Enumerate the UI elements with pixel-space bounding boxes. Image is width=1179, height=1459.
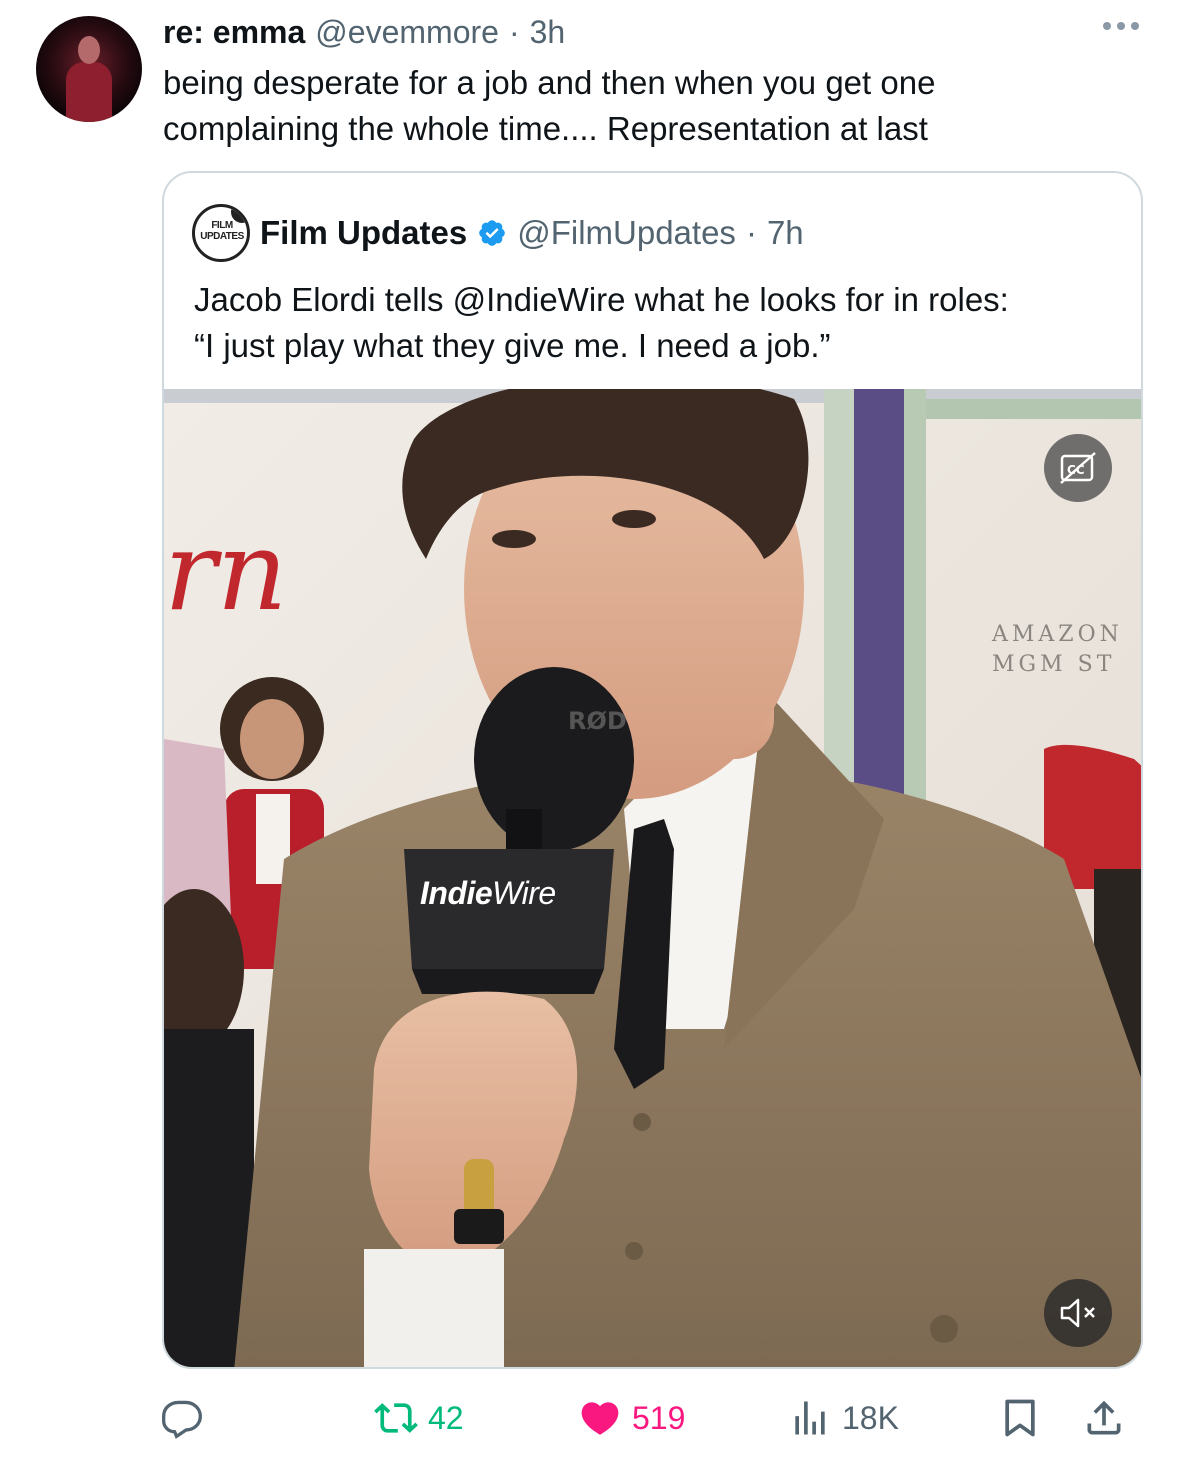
avatar-logo-text: FILM UPDATES bbox=[200, 220, 244, 242]
reply-button[interactable] bbox=[160, 1390, 204, 1446]
mic-flag-brand-bold: Indie bbox=[420, 875, 493, 911]
retweet-count: 42 bbox=[428, 1399, 464, 1436]
captions-toggle-button[interactable]: CC bbox=[1044, 434, 1112, 502]
more-dot bbox=[1117, 22, 1125, 30]
retweet-icon bbox=[374, 1396, 418, 1440]
right-eye bbox=[612, 510, 656, 528]
shirt-cuff bbox=[364, 1249, 504, 1367]
jacket-button bbox=[930, 1315, 958, 1343]
tweet-timestamp[interactable]: 3h bbox=[530, 14, 566, 51]
more-dot bbox=[1131, 22, 1139, 30]
quoted-author-name[interactable]: Film Updates bbox=[260, 214, 467, 252]
quoted-author-avatar[interactable]: FILM UPDATES bbox=[192, 204, 250, 262]
quoted-header-separator: · bbox=[745, 214, 757, 251]
retweet-button[interactable]: 42 bbox=[374, 1390, 464, 1446]
ring-stone bbox=[454, 1209, 504, 1244]
heart-icon bbox=[578, 1396, 622, 1440]
like-button[interactable]: 519 bbox=[578, 1390, 685, 1446]
views-chart-icon bbox=[788, 1396, 832, 1440]
more-dot bbox=[1103, 22, 1111, 30]
avatar-figure-head bbox=[78, 36, 100, 64]
mic-flag-brand-light: Wire bbox=[492, 875, 556, 911]
unmute-button[interactable] bbox=[1044, 1279, 1112, 1347]
author-handle[interactable]: @evemmore bbox=[315, 14, 499, 51]
like-count: 519 bbox=[632, 1399, 686, 1436]
reply-icon bbox=[160, 1396, 204, 1440]
share-button[interactable] bbox=[1082, 1390, 1126, 1446]
tweet-text: being desperate for a job and then when … bbox=[163, 64, 936, 147]
tweet-header: re: emma @evemmore · 3h bbox=[163, 12, 565, 52]
tweet-action-bar: 42 519 18K bbox=[160, 1390, 1150, 1446]
vest-button bbox=[633, 1113, 651, 1131]
video-frame: rn AMAZON MGM ST RØD bbox=[164, 389, 1141, 1367]
bookmark-button[interactable] bbox=[998, 1390, 1042, 1446]
mic-flag-brand: IndieWire bbox=[420, 875, 556, 912]
backdrop-letters: rn bbox=[164, 507, 287, 635]
quoted-tweet-header: FILM UPDATES Film Updates @FilmUpdates ·… bbox=[192, 204, 804, 262]
poster-face bbox=[240, 699, 304, 779]
header-separator: · bbox=[508, 13, 520, 50]
author-avatar[interactable] bbox=[36, 16, 142, 122]
video-player[interactable]: rn AMAZON MGM ST RØD IndieWire bbox=[164, 389, 1141, 1367]
microphone-foam bbox=[474, 667, 634, 851]
views-button[interactable]: 18K bbox=[788, 1390, 899, 1446]
vest-button bbox=[625, 1242, 643, 1260]
mic-flag-bottom bbox=[412, 969, 604, 994]
panel-border-top bbox=[926, 399, 1141, 419]
quoted-tweet-card[interactable]: FILM UPDATES Film Updates @FilmUpdates ·… bbox=[162, 171, 1143, 1369]
mic-foam-brand: RØD bbox=[568, 707, 627, 735]
captions-off-icon: CC bbox=[1059, 451, 1097, 485]
quoted-tweet-text: Jacob Elordi tells @IndieWire what he lo… bbox=[194, 281, 1009, 364]
quoted-author-handle[interactable]: @FilmUpdates bbox=[517, 214, 736, 252]
muted-speaker-icon bbox=[1058, 1296, 1098, 1330]
left-eye bbox=[492, 530, 536, 548]
verified-badge-icon bbox=[477, 218, 507, 248]
avatar-figure-body bbox=[66, 62, 112, 122]
more-options-icon[interactable] bbox=[1103, 22, 1139, 30]
views-count: 18K bbox=[842, 1399, 899, 1436]
backdrop-sign-line2: MGM ST bbox=[992, 652, 1115, 677]
share-icon bbox=[1082, 1396, 1126, 1440]
author-display-name[interactable]: re: emma bbox=[163, 14, 305, 51]
bookmark-icon bbox=[998, 1396, 1042, 1440]
quoted-tweet-timestamp[interactable]: 7h bbox=[767, 214, 804, 252]
backdrop-sign-line1: AMAZON bbox=[991, 622, 1123, 647]
